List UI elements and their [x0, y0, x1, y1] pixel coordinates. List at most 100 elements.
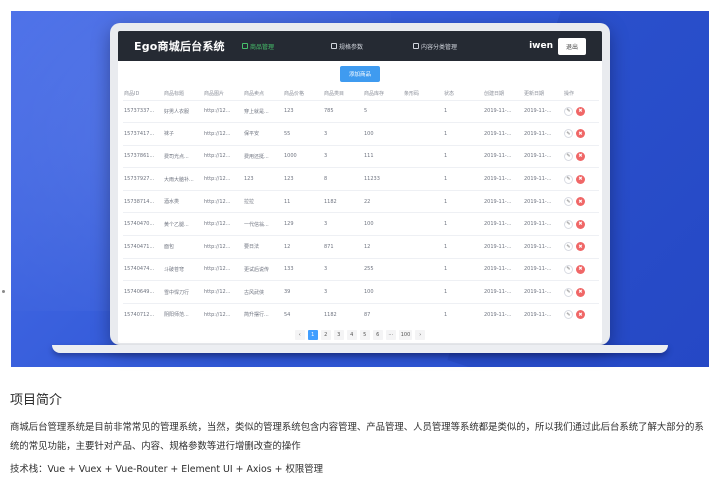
table-cell: 2019-11-...	[483, 189, 523, 213]
table-cell: 100	[363, 280, 403, 304]
delete-icon[interactable]: ✖	[576, 106, 585, 116]
add-product-button[interactable]: 添加商品	[339, 66, 380, 82]
table-cell: http://12...	[203, 257, 243, 281]
nav-item-0[interactable]: 商品管理	[242, 42, 331, 51]
table-row: 15737861... 费司光点... http://12... 费用还挺... 100…	[123, 144, 599, 168]
edit-icon[interactable]: ✎	[564, 174, 573, 184]
delete-icon[interactable]: ✖	[576, 264, 585, 274]
column-header: 更新日期	[524, 90, 545, 97]
column-header: 状态	[444, 90, 455, 97]
table-cell: 12	[363, 235, 403, 259]
table-cell: 100	[363, 212, 403, 236]
table-cell: 简升摆行...	[243, 302, 283, 326]
table-row: 15740471... 面包 http://12... 要日法 12 871 12 1 2019…	[123, 235, 599, 259]
delete-icon[interactable]: ✖	[576, 197, 585, 207]
edit-icon[interactable]: ✎	[564, 197, 573, 207]
table-cell: 2019-11-...	[523, 302, 563, 326]
delete-icon[interactable]: ✖	[576, 174, 585, 184]
table-cell: 面包	[163, 235, 203, 259]
delete-icon[interactable]: ✖	[576, 151, 585, 161]
page-button[interactable]: 100	[398, 329, 413, 340]
column-header: 创建日期	[484, 90, 505, 97]
table-cell: 2019-11-...	[523, 167, 563, 191]
table-cell	[403, 122, 443, 146]
toolbar: 添加商品	[118, 61, 602, 87]
nav-item-label: 内容分类管理	[421, 43, 458, 51]
table-cell	[403, 144, 443, 168]
table-cell: 3	[323, 144, 363, 168]
logout-button[interactable]: 退出	[557, 37, 586, 55]
nav-item-label: 商品管理	[250, 43, 275, 51]
delete-icon[interactable]: ✖	[576, 129, 585, 139]
operations-cell: ✎ ✖	[563, 302, 599, 326]
nav-item-1[interactable]: 规格参数	[331, 42, 413, 51]
delete-icon[interactable]: ✖	[576, 219, 585, 229]
username: iwen	[529, 41, 553, 51]
table-cell: 2019-11-...	[483, 144, 523, 168]
table-cell: 8	[323, 167, 363, 191]
table-cell: 2019-11-...	[483, 122, 523, 146]
operations-cell: ✎ ✖	[563, 167, 599, 191]
project-description: 商城后台管理系统是目前非常常见的管理系统，当然，类似的管理系统包含内容管理、产品…	[10, 422, 704, 452]
edit-icon[interactable]: ✎	[564, 242, 573, 252]
edit-icon[interactable]: ✎	[564, 106, 573, 116]
column-header: 商品标题	[164, 90, 185, 97]
column-header: 商品价格	[284, 90, 305, 97]
delete-icon[interactable]: ✖	[576, 310, 585, 320]
page-button[interactable]: 5	[359, 329, 370, 340]
page-button[interactable]: 6	[372, 329, 383, 340]
edit-icon[interactable]: ✎	[564, 129, 573, 139]
table-cell: 15737927...	[123, 167, 163, 191]
table-cell: 15740471...	[123, 235, 163, 259]
app-title: Ego商城后台系统	[134, 40, 225, 53]
page-button[interactable]: 2	[320, 329, 331, 340]
page-button[interactable]: 4	[346, 329, 357, 340]
folder-icon	[413, 43, 419, 49]
table-cell: 阴阳师范...	[163, 302, 203, 326]
page-button[interactable]: 1	[307, 329, 318, 340]
table-cell: http://12...	[203, 144, 243, 168]
table-body: 15737337... 好男人衣服 http://12... 穿上就是... 123 78…	[123, 99, 599, 326]
table-cell: 785	[323, 99, 363, 123]
next-page-button[interactable]: ›	[415, 329, 426, 340]
table-cell: 穿上就是...	[243, 99, 283, 123]
table-cell	[403, 189, 443, 213]
table-cell: 11	[283, 189, 323, 213]
table-cell: http://12...	[203, 167, 243, 191]
table-cell: 2019-11-...	[483, 99, 523, 123]
table-cell: 2019-11-...	[523, 235, 563, 259]
column-header: 商品ID	[124, 90, 140, 97]
table-cell	[403, 212, 443, 236]
nav-item-label: 规格参数	[339, 43, 364, 51]
top-nav: 商品管理 规格参数 内容分类管理	[242, 42, 529, 51]
edit-icon[interactable]: ✎	[564, 287, 573, 297]
row-actions: ✎ ✖	[564, 310, 599, 320]
delete-icon[interactable]: ✖	[576, 242, 585, 252]
page-button[interactable]: ···	[385, 329, 396, 340]
page-button[interactable]: 3	[333, 329, 344, 340]
table-cell: 2019-11-...	[523, 212, 563, 236]
row-actions: ✎ ✖	[564, 219, 599, 229]
laptop-base	[52, 345, 668, 353]
table-cell	[403, 280, 443, 304]
table-cell: 拉拉	[243, 189, 283, 213]
prev-page-button[interactable]: ‹	[294, 329, 305, 340]
edit-icon[interactable]: ✎	[564, 151, 573, 161]
table-cell: 斗破苍穹	[163, 257, 203, 281]
table-cell: 55	[283, 122, 323, 146]
nav-item-2[interactable]: 内容分类管理	[413, 42, 501, 51]
app-header: Ego商城后台系统 商品管理 规格参数 内容分类管理 iwen 退出	[118, 31, 602, 61]
column-header: 商品类目	[324, 90, 345, 97]
edit-icon[interactable]: ✎	[564, 310, 573, 320]
doc-icon	[331, 43, 337, 49]
table-cell: 1	[443, 280, 483, 304]
edit-icon[interactable]: ✎	[564, 264, 573, 274]
edit-icon[interactable]: ✎	[564, 219, 573, 229]
table-row: 15737927... 大雨大脑补... http://12... 123 123 8 11…	[123, 167, 599, 191]
delete-icon[interactable]: ✖	[576, 287, 585, 297]
table-cell: 15740470...	[123, 212, 163, 236]
table-row: 15740470... 黄个乙腿... http://12... 一代信翁... 129…	[123, 212, 599, 236]
table-cell: 2019-11-...	[523, 257, 563, 281]
table-cell: 123	[283, 99, 323, 123]
table-cell: 雪中悍刀行	[163, 280, 203, 304]
